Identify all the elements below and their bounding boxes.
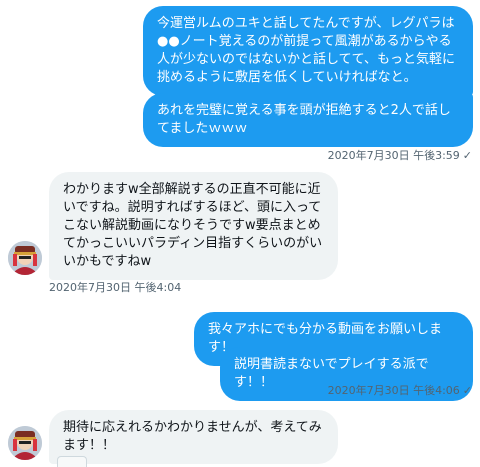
message-text: 今運営ルムのユキと話してたんですが、レグパラは●●ノート覚えるのが前提って風潮が…	[157, 16, 455, 85]
avatar[interactable]	[8, 426, 42, 460]
timestamp-text: 2020年7月30日 午後4:04	[49, 281, 182, 294]
received-message-bubble[interactable]: わかりますw全部解説するの正直不可能に近いですね。説明すればするほど、頭に入って…	[49, 172, 338, 280]
sent-message-bubble[interactable]: 今運営ルムのユキと話してたんですが、レグパラは●●ノート覚えるのが前提って風潮が…	[143, 6, 473, 96]
attachment-preview[interactable]	[57, 456, 87, 467]
received-message-bubble[interactable]: 期待に応えれるかわかりませんが、考えてみます！！	[49, 410, 338, 464]
message-timestamp: 2020年7月30日 午後4:06 ✓	[328, 382, 472, 398]
read-check-icon: ✓	[462, 149, 472, 162]
avatar[interactable]	[8, 241, 42, 275]
sent-message-bubble[interactable]: あれを完璧に覚える事を頭が拒絶すると2人で話してましたｗｗｗ	[143, 93, 473, 147]
message-text: 期待に応えれるかわかりませんが、考えてみます！！	[63, 420, 322, 453]
message-text: あれを完璧に覚える事を頭が拒絶すると2人で話してましたｗｗｗ	[157, 103, 451, 136]
timestamp-text: 2020年7月30日 午後3:59	[327, 149, 460, 162]
message-timestamp: 2020年7月30日 午後4:04	[49, 279, 181, 295]
avatar-image	[8, 241, 42, 275]
message-timestamp: 2020年7月30日 午後3:59 ✓	[328, 147, 472, 163]
avatar-image	[8, 426, 42, 460]
timestamp-text: 2020年7月30日 午後4:06	[327, 384, 460, 397]
dm-thread: 今運営ルムのユキと話してたんですが、レグパラは●●ノート覚えるのが前提って風潮が…	[0, 0, 480, 467]
message-text: わかりますw全部解説するの正直不可能に近いですね。説明すればするほど、頭に入って…	[63, 182, 323, 269]
read-check-icon: ✓	[462, 384, 472, 397]
